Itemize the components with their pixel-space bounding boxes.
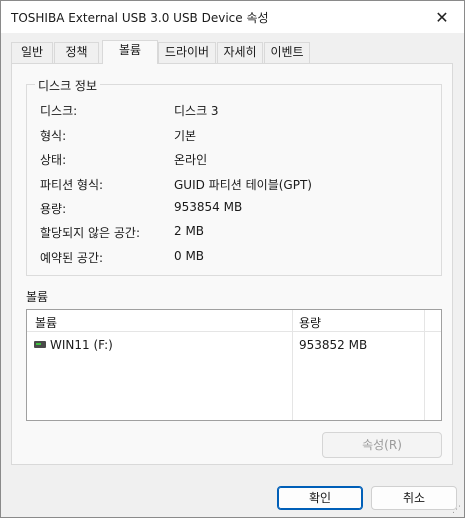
- volumes-list[interactable]: 볼륨 용량 WIN11 (F:) 953852 MB: [26, 309, 442, 421]
- column-divider[interactable]: [424, 310, 425, 420]
- column-divider[interactable]: [292, 310, 293, 420]
- list-item[interactable]: WIN11 (F:) 953852 MB: [27, 336, 441, 356]
- volumes-list-header: 볼륨 용량: [27, 310, 441, 332]
- disk-info-value: 디스크 3: [174, 104, 219, 118]
- tab-strip: 일반 정책 볼륨 드라이버 자세히 이벤트: [11, 40, 311, 64]
- volume-name: WIN11 (F:): [50, 338, 113, 352]
- tab-events[interactable]: 이벤트: [264, 42, 310, 63]
- disk-info-value: GUID 파티션 테이블(GPT): [174, 178, 312, 192]
- properties-button[interactable]: 속성(R): [322, 432, 442, 458]
- disk-info-key: 디스크:: [40, 104, 78, 118]
- disk-info-value: 2 MB: [174, 224, 205, 238]
- drive-icon: [34, 341, 46, 348]
- title-bar: TOSHIBA External USB 3.0 USB Device 속성 ✕: [1, 1, 464, 33]
- tab-driver[interactable]: 드라이버: [158, 42, 216, 63]
- tab-volumes[interactable]: 볼륨: [102, 40, 158, 64]
- column-header-capacity[interactable]: 용량: [299, 314, 321, 331]
- cancel-button[interactable]: 취소: [371, 486, 457, 510]
- tab-policies[interactable]: 정책: [54, 42, 99, 63]
- tab-general[interactable]: 일반: [11, 42, 53, 63]
- volumes-label: 볼륨: [26, 290, 49, 304]
- close-icon[interactable]: ✕: [430, 5, 454, 29]
- volumes-tab-panel: 디스크 정보 디스크: 디스크 3 형식: 기본 상태: 온라인 파티션 형식:…: [11, 63, 453, 465]
- ok-button[interactable]: 확인: [277, 486, 363, 510]
- disk-info-value: 온라인: [174, 153, 208, 167]
- column-header-volume[interactable]: 볼륨: [35, 314, 57, 331]
- tab-details[interactable]: 자세히: [217, 42, 263, 63]
- disk-info-key: 형식:: [40, 129, 67, 143]
- disk-info-group-label: 디스크 정보: [35, 77, 101, 94]
- disk-info-key: 예약된 공간:: [40, 251, 104, 265]
- disk-info-group: 디스크 정보 디스크: 디스크 3 형식: 기본 상태: 온라인 파티션 형식:…: [26, 77, 442, 276]
- disk-info-value: 953854 MB: [174, 200, 243, 214]
- disk-info-key: 할당되지 않은 공간:: [40, 226, 140, 240]
- window-title: TOSHIBA External USB 3.0 USB Device 속성: [11, 11, 269, 25]
- disk-info-key: 상태:: [40, 153, 67, 167]
- properties-dialog: TOSHIBA External USB 3.0 USB Device 속성 ✕…: [0, 0, 465, 518]
- disk-info-value: 기본: [174, 129, 197, 143]
- volume-size: 953852 MB: [299, 338, 368, 352]
- disk-info-key: 파티션 형식:: [40, 178, 104, 192]
- disk-info-key: 용량:: [40, 202, 67, 216]
- disk-info-value: 0 MB: [174, 249, 205, 263]
- resize-grip-icon[interactable]: ⋰: [452, 505, 462, 515]
